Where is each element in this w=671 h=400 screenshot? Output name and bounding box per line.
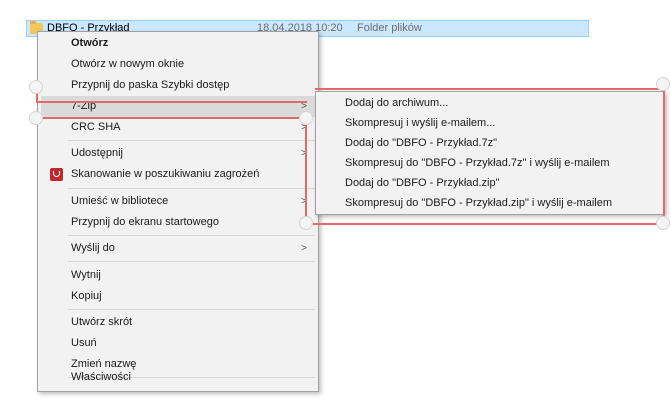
menu-separator (68, 309, 315, 310)
annotation-handle (656, 216, 670, 230)
menu-separator (68, 261, 315, 262)
menu-item-label: Udostępnij (71, 147, 123, 159)
menu-item-cut[interactable]: Wytnij (41, 265, 315, 286)
menu-item-copy[interactable]: Kopiuj (41, 286, 315, 307)
annotation-line (37, 117, 307, 119)
menu-item-label: CRC SHA (71, 121, 121, 133)
submenu-item-add-7z[interactable]: Dodaj do "DBFO - Przykład.7z" (319, 133, 661, 153)
7zip-submenu: Dodaj do archiwum... Skompresuj i wyślij… (315, 91, 665, 215)
annotation-handle (299, 111, 313, 125)
submenu-item-add-zip[interactable]: Dodaj do "DBFO - Przykład.zip" (319, 173, 661, 193)
menu-item-send-to[interactable]: Wyślij do > (41, 238, 315, 259)
menu-item-label: Wyślij do (71, 242, 115, 254)
submenu-item-compress-zip-email[interactable]: Skompresuj do "DBFO - Przykład.zip" i wy… (319, 193, 661, 213)
menu-item-7zip[interactable]: 7-Zip > (41, 96, 315, 117)
menu-item-include-library[interactable]: Umieść w bibliotece > (41, 191, 315, 212)
annotation-line (315, 88, 665, 90)
menu-item-share[interactable]: Udostępnij > (41, 143, 315, 164)
menu-separator (68, 235, 315, 236)
menu-item-open[interactable]: Otwórz (41, 33, 315, 54)
annotation-handle (29, 111, 43, 125)
shield-icon (50, 168, 63, 181)
context-menu: Otwórz Otwórz w nowym oknie Przypnij do … (37, 31, 319, 392)
annotation-line (663, 84, 665, 225)
annotation-line (305, 117, 307, 225)
chevron-right-icon: > (301, 243, 307, 254)
menu-item-label: Skanowanie w poszukiwaniu zagrożeń (71, 168, 260, 180)
annotation-line (37, 101, 307, 103)
menu-item-delete[interactable]: Usuń (41, 333, 315, 354)
annotation-handle (299, 216, 313, 230)
menu-item-create-shortcut[interactable]: Utwórz skrót (41, 312, 315, 333)
menu-item-label: Umieść w bibliotece (71, 195, 169, 207)
menu-item-properties[interactable]: Właściwości (41, 367, 315, 388)
annotation-line (305, 223, 665, 225)
menu-separator (68, 188, 315, 189)
menu-separator (68, 140, 315, 141)
menu-item-pin-quick-access[interactable]: Przypnij do paska Szybki dostęp (41, 75, 315, 96)
file-type: Folder plików (357, 22, 422, 34)
submenu-item-add-archive[interactable]: Dodaj do archiwum... (319, 93, 661, 113)
submenu-item-compress-email[interactable]: Skompresuj i wyślij e-mailem... (319, 113, 661, 133)
menu-item-open-new-window[interactable]: Otwórz w nowym oknie (41, 54, 315, 75)
menu-item-pin-start[interactable]: Przypnij do ekranu startowego (41, 212, 315, 233)
menu-item-scan-threats[interactable]: Skanowanie w poszukiwaniu zagrożeń (41, 164, 315, 185)
submenu-item-compress-7z-email[interactable]: Skompresuj do "DBFO - Przykład.7z" i wyś… (319, 153, 661, 173)
annotation-handle (29, 80, 43, 94)
annotation-handle (656, 77, 670, 91)
menu-item-crc-sha[interactable]: CRC SHA > (41, 117, 315, 138)
